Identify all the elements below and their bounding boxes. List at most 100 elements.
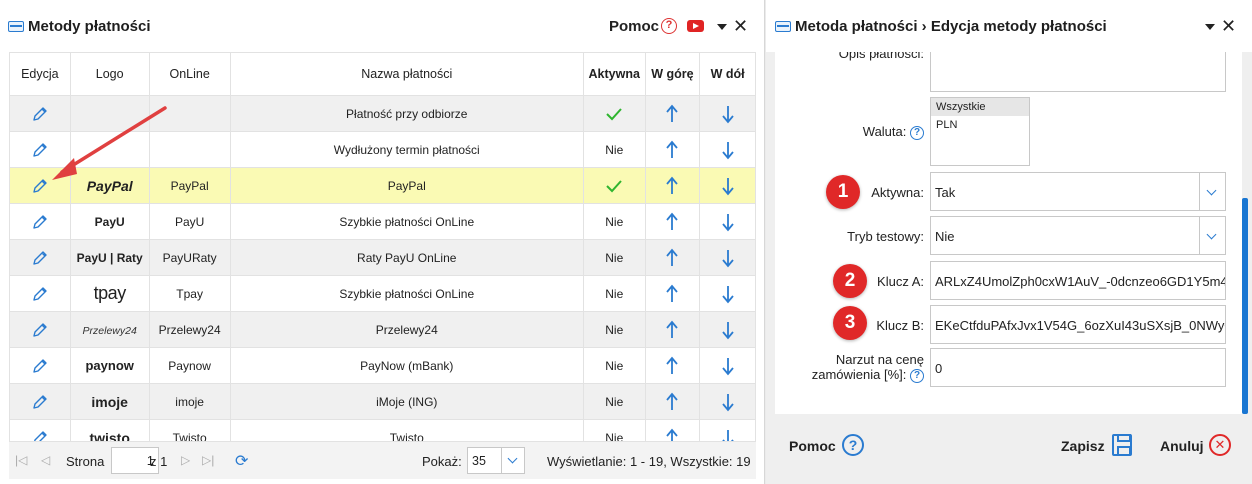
column-header-online[interactable]: OnLine [148,52,231,96]
pencil-icon[interactable] [31,142,49,157]
arrow-down-icon[interactable] [721,321,735,339]
move-down-cell[interactable] [699,311,756,348]
arrow-down-icon[interactable] [721,357,735,375]
save-button[interactable]: Zapisz [1061,438,1105,454]
move-down-cell[interactable] [699,347,756,384]
move-down-cell[interactable] [699,275,756,312]
edit-cell[interactable] [9,275,71,312]
column-header-edit[interactable]: Edycja [9,52,71,96]
column-header-name[interactable]: Nazwa płatności [229,52,584,96]
close-icon[interactable]: ✕ [733,17,748,35]
arrow-up-icon[interactable] [665,284,679,302]
key-a-input[interactable]: ARLxZ4UmolZph0cxW1AuV_-0dcnzeo6GD1Y5m4 [930,261,1226,300]
pencil-icon[interactable] [31,178,49,193]
test-mode-select[interactable]: Nie [930,216,1226,255]
help-button[interactable]: Pomoc [789,438,836,454]
form-scrollbar[interactable] [1242,198,1248,414]
edit-cell[interactable] [9,131,71,168]
save-icon[interactable] [1112,434,1132,456]
arrow-up-icon[interactable] [665,104,679,122]
edit-cell[interactable] [9,311,71,348]
close-icon[interactable]: ✕ [1221,17,1236,35]
dropdown-button[interactable] [501,448,524,473]
currency-option-all[interactable]: Wszystkie [931,98,1029,116]
move-up-cell[interactable] [644,383,701,420]
arrow-down-icon[interactable] [721,393,735,411]
table-row[interactable]: PayU PayU Szybkie płatności OnLine Nie [9,203,756,240]
edit-cell[interactable] [9,383,71,420]
move-up-cell[interactable] [644,95,701,132]
table-row[interactable]: Przelewy24 Przelewy24 Przelewy24 Nie [9,311,756,348]
surcharge-input[interactable]: 0 [930,348,1226,387]
table-row[interactable]: tpay Tpay Szybkie płatności OnLine Nie [9,275,756,312]
help-icon[interactable]: ? [842,434,864,456]
arrow-down-icon[interactable] [721,105,735,123]
pencil-icon[interactable] [31,358,49,373]
table-row[interactable]: Wydłużony termin płatności Nie [9,131,756,168]
cancel-icon[interactable]: ✕ [1209,434,1231,456]
column-header-up[interactable]: W górę [644,52,701,96]
dropdown-button[interactable] [1199,217,1225,254]
arrow-up-icon[interactable] [665,212,679,230]
arrow-down-icon[interactable] [721,285,735,303]
page-size-select[interactable]: 35 [467,447,525,474]
help-icon[interactable]: ? [661,18,677,34]
arrow-up-icon[interactable] [665,392,679,410]
chevron-down-icon[interactable] [717,24,727,30]
move-up-cell[interactable] [644,239,701,276]
pencil-icon[interactable] [31,286,49,301]
column-header-logo[interactable]: Logo [69,52,150,96]
column-header-active[interactable]: Aktywna [582,52,646,96]
help-link[interactable]: Pomoc [609,18,659,35]
cancel-button[interactable]: Anuluj [1160,438,1204,454]
next-page-icon[interactable]: ▷ [181,453,190,467]
move-up-cell[interactable] [644,311,701,348]
edit-cell[interactable] [9,239,71,276]
move-down-cell[interactable] [699,239,756,276]
refresh-icon[interactable]: ⟳ [235,451,248,471]
pencil-icon[interactable] [31,214,49,229]
move-up-cell[interactable] [644,203,701,240]
move-up-cell[interactable] [644,131,701,168]
pencil-icon[interactable] [31,394,49,409]
edit-cell[interactable] [9,95,71,132]
currency-option-pln[interactable]: PLN [931,116,1029,134]
pencil-icon[interactable] [31,250,49,265]
dropdown-button[interactable] [1199,173,1225,210]
first-page-icon[interactable]: |◁ [15,453,27,467]
edit-cell[interactable] [9,167,71,204]
arrow-down-icon[interactable] [721,177,735,195]
arrow-up-icon[interactable] [665,140,679,158]
help-icon[interactable]: ? [910,125,924,140]
last-page-icon[interactable]: ▷| [202,453,214,467]
table-row[interactable]: paynow Paynow PayNow (mBank) Nie [9,347,756,384]
prev-page-icon[interactable]: ◁ [41,453,50,467]
pencil-icon[interactable] [31,106,49,121]
move-up-cell[interactable] [644,347,701,384]
chevron-down-icon[interactable] [1205,24,1215,30]
youtube-icon[interactable] [687,20,704,32]
move-down-cell[interactable] [699,95,756,132]
edit-cell[interactable] [9,347,71,384]
arrow-up-icon[interactable] [665,356,679,374]
move-down-cell[interactable] [699,167,756,204]
currency-listbox[interactable]: Wszystkie PLN [930,97,1030,166]
arrow-up-icon[interactable] [665,320,679,338]
column-header-down[interactable]: W dół [699,52,756,96]
move-up-cell[interactable] [644,167,701,204]
help-icon[interactable]: ? [910,368,924,383]
move-down-cell[interactable] [699,131,756,168]
move-up-cell[interactable] [644,275,701,312]
move-down-cell[interactable] [699,203,756,240]
edit-cell[interactable] [9,203,71,240]
arrow-down-icon[interactable] [721,249,735,267]
arrow-up-icon[interactable] [665,248,679,266]
pencil-icon[interactable] [31,322,49,337]
table-row[interactable]: imoje imoje iMoje (ING) Nie [9,383,756,420]
table-row[interactable]: Płatność przy odbiorze [9,95,756,132]
table-row[interactable]: PayPal PayPal PayPal [9,167,756,204]
arrow-down-icon[interactable] [721,213,735,231]
active-select[interactable]: Tak [930,172,1226,211]
description-textarea[interactable] [930,52,1226,92]
move-down-cell[interactable] [699,383,756,420]
